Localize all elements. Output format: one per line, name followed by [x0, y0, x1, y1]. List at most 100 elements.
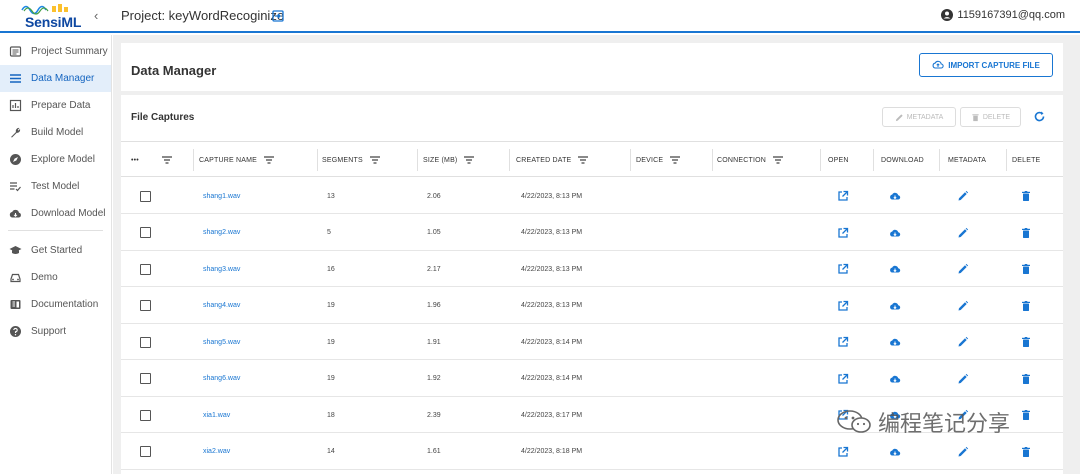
page-header: Data Manager IMPORT CAPTURE FILE	[121, 43, 1063, 91]
trash-icon	[972, 113, 979, 121]
delete-row-button[interactable]	[1020, 324, 1032, 360]
exit-project-icon[interactable]	[272, 10, 284, 22]
edit-metadata-button[interactable]	[957, 251, 969, 287]
column-device[interactable]: DEVICE	[636, 142, 681, 178]
delete-row-button[interactable]	[1020, 251, 1032, 287]
column-segments[interactable]: SEGMENTS	[322, 142, 380, 178]
sensiml-logo[interactable]: SensiML	[20, 2, 84, 30]
filter-icon[interactable]	[264, 155, 275, 165]
open-external-icon	[838, 373, 849, 384]
download-button[interactable]	[889, 324, 901, 360]
more-columns-button[interactable]: •••	[131, 142, 139, 178]
column-size[interactable]: SIZE (MB)	[423, 142, 475, 178]
row-checkbox[interactable]	[140, 190, 151, 202]
user-menu[interactable]: 1159167391@qq.com	[941, 9, 1065, 21]
bulk-metadata-label: METADATA	[906, 113, 944, 121]
delete-row-button[interactable]	[1020, 397, 1032, 433]
sidebar-item-demo[interactable]: Demo	[0, 264, 111, 291]
sidebar-item-test-model[interactable]: Test Model	[0, 173, 111, 200]
sidebar-item-label: Build Model	[31, 127, 84, 138]
sidebar-item-download-model[interactable]: Download Model	[0, 200, 111, 227]
capture-name-link[interactable]: shang6.wav	[203, 361, 240, 397]
download-button[interactable]	[889, 434, 901, 470]
open-button[interactable]	[837, 324, 849, 360]
more-columns-label: •••	[131, 156, 139, 164]
filter-icon[interactable]	[773, 155, 784, 165]
sidebar-item-prepare-data[interactable]: Prepare Data	[0, 92, 111, 119]
edit-metadata-button[interactable]	[957, 324, 969, 360]
capture-name-link[interactable]: shang1.wav	[203, 178, 240, 214]
download-button[interactable]	[889, 361, 901, 397]
sidebar-item-build-model[interactable]: Build Model	[0, 119, 111, 146]
bulk-delete-button[interactable]: DELETE	[960, 107, 1021, 127]
column-segments-label: SEGMENTS	[322, 156, 363, 164]
edit-metadata-button[interactable]	[957, 178, 969, 214]
collapse-sidebar-icon[interactable]: ‹	[94, 8, 98, 23]
sidebar-item-project-summary[interactable]: Project Summary	[0, 38, 111, 65]
filter-icon[interactable]	[670, 155, 681, 165]
sidebar-item-label: Explore Model	[31, 154, 95, 165]
table-row: shang4.wav 19 1.96 4/22/2023, 8:13 PM	[121, 288, 1063, 324]
delete-row-button[interactable]	[1020, 361, 1032, 397]
row-checkbox[interactable]	[140, 336, 151, 348]
row-checkbox[interactable]	[140, 300, 151, 311]
segments-value: 19	[327, 338, 335, 346]
pencil-icon	[958, 263, 969, 274]
capture-name-link[interactable]: xia2.wav	[203, 434, 230, 470]
created-date-value: 4/22/2023, 8:14 PM	[521, 338, 583, 346]
capture-name-link[interactable]: shang5.wav	[203, 324, 240, 360]
download-button[interactable]	[889, 251, 901, 287]
filter-icon[interactable]	[162, 155, 172, 165]
capture-name-link[interactable]: shang2.wav	[203, 215, 240, 251]
capture-name-link[interactable]: shang3.wav	[203, 251, 240, 287]
delete-row-button[interactable]	[1020, 215, 1032, 251]
delete-row-button[interactable]	[1020, 434, 1032, 470]
open-button[interactable]	[837, 251, 849, 287]
import-capture-file-button[interactable]: IMPORT CAPTURE FILE	[919, 53, 1053, 77]
open-button[interactable]	[837, 178, 849, 214]
row-checkbox[interactable]	[140, 409, 151, 421]
row-checkbox[interactable]	[140, 227, 151, 238]
sidebar-item-data-manager[interactable]: Data Manager	[0, 65, 111, 92]
open-button[interactable]	[837, 361, 849, 397]
edit-metadata-button[interactable]	[957, 434, 969, 470]
edit-metadata-button[interactable]	[957, 361, 969, 397]
sidebar-item-get-started[interactable]: Get Started	[0, 237, 111, 264]
sidebar-item-documentation[interactable]: Documentation	[0, 291, 111, 318]
open-button[interactable]	[837, 215, 849, 251]
sidebar-item-label: Test Model	[31, 181, 80, 192]
delete-row-button[interactable]	[1020, 288, 1032, 324]
user-email: 1159167391@qq.com	[957, 9, 1065, 21]
edit-metadata-button[interactable]	[957, 215, 969, 251]
trash-icon	[1022, 410, 1030, 420]
row-checkbox[interactable]	[140, 263, 151, 275]
column-size-label: SIZE (MB)	[423, 156, 458, 164]
pencil-icon	[958, 190, 969, 201]
column-created-date[interactable]: CREATED DATE	[516, 142, 589, 178]
capture-name-link[interactable]: xia1.wav	[203, 397, 230, 433]
open-button[interactable]	[837, 434, 849, 470]
open-button[interactable]	[837, 288, 849, 324]
column-connection[interactable]: CONNECTION	[717, 142, 784, 178]
filter-icon[interactable]	[369, 155, 380, 165]
column-capture-name[interactable]: CAPTURE NAME	[199, 142, 275, 178]
column-separator	[712, 149, 713, 171]
sidebar-item-explore-model[interactable]: Explore Model	[0, 146, 111, 173]
cloud-download-icon	[890, 338, 901, 346]
pencil-icon	[895, 113, 903, 121]
capture-name-link[interactable]: shang4.wav	[203, 288, 240, 324]
refresh-icon[interactable]	[1033, 110, 1046, 123]
column-metadata: METADATA	[948, 142, 986, 178]
row-checkbox[interactable]	[140, 446, 151, 457]
edit-metadata-button[interactable]	[957, 288, 969, 324]
delete-row-button[interactable]	[1020, 178, 1032, 214]
row-checkbox[interactable]	[140, 373, 151, 384]
filter-icon[interactable]	[578, 155, 589, 165]
filter-icon[interactable]	[464, 155, 475, 165]
download-button[interactable]	[889, 288, 901, 324]
bulk-metadata-button[interactable]: METADATA	[882, 107, 956, 127]
sidebar-item-support[interactable]: Support	[0, 318, 111, 345]
download-button[interactable]	[889, 178, 901, 214]
download-button[interactable]	[889, 215, 901, 251]
column-delete-label: DELETE	[1012, 156, 1041, 164]
